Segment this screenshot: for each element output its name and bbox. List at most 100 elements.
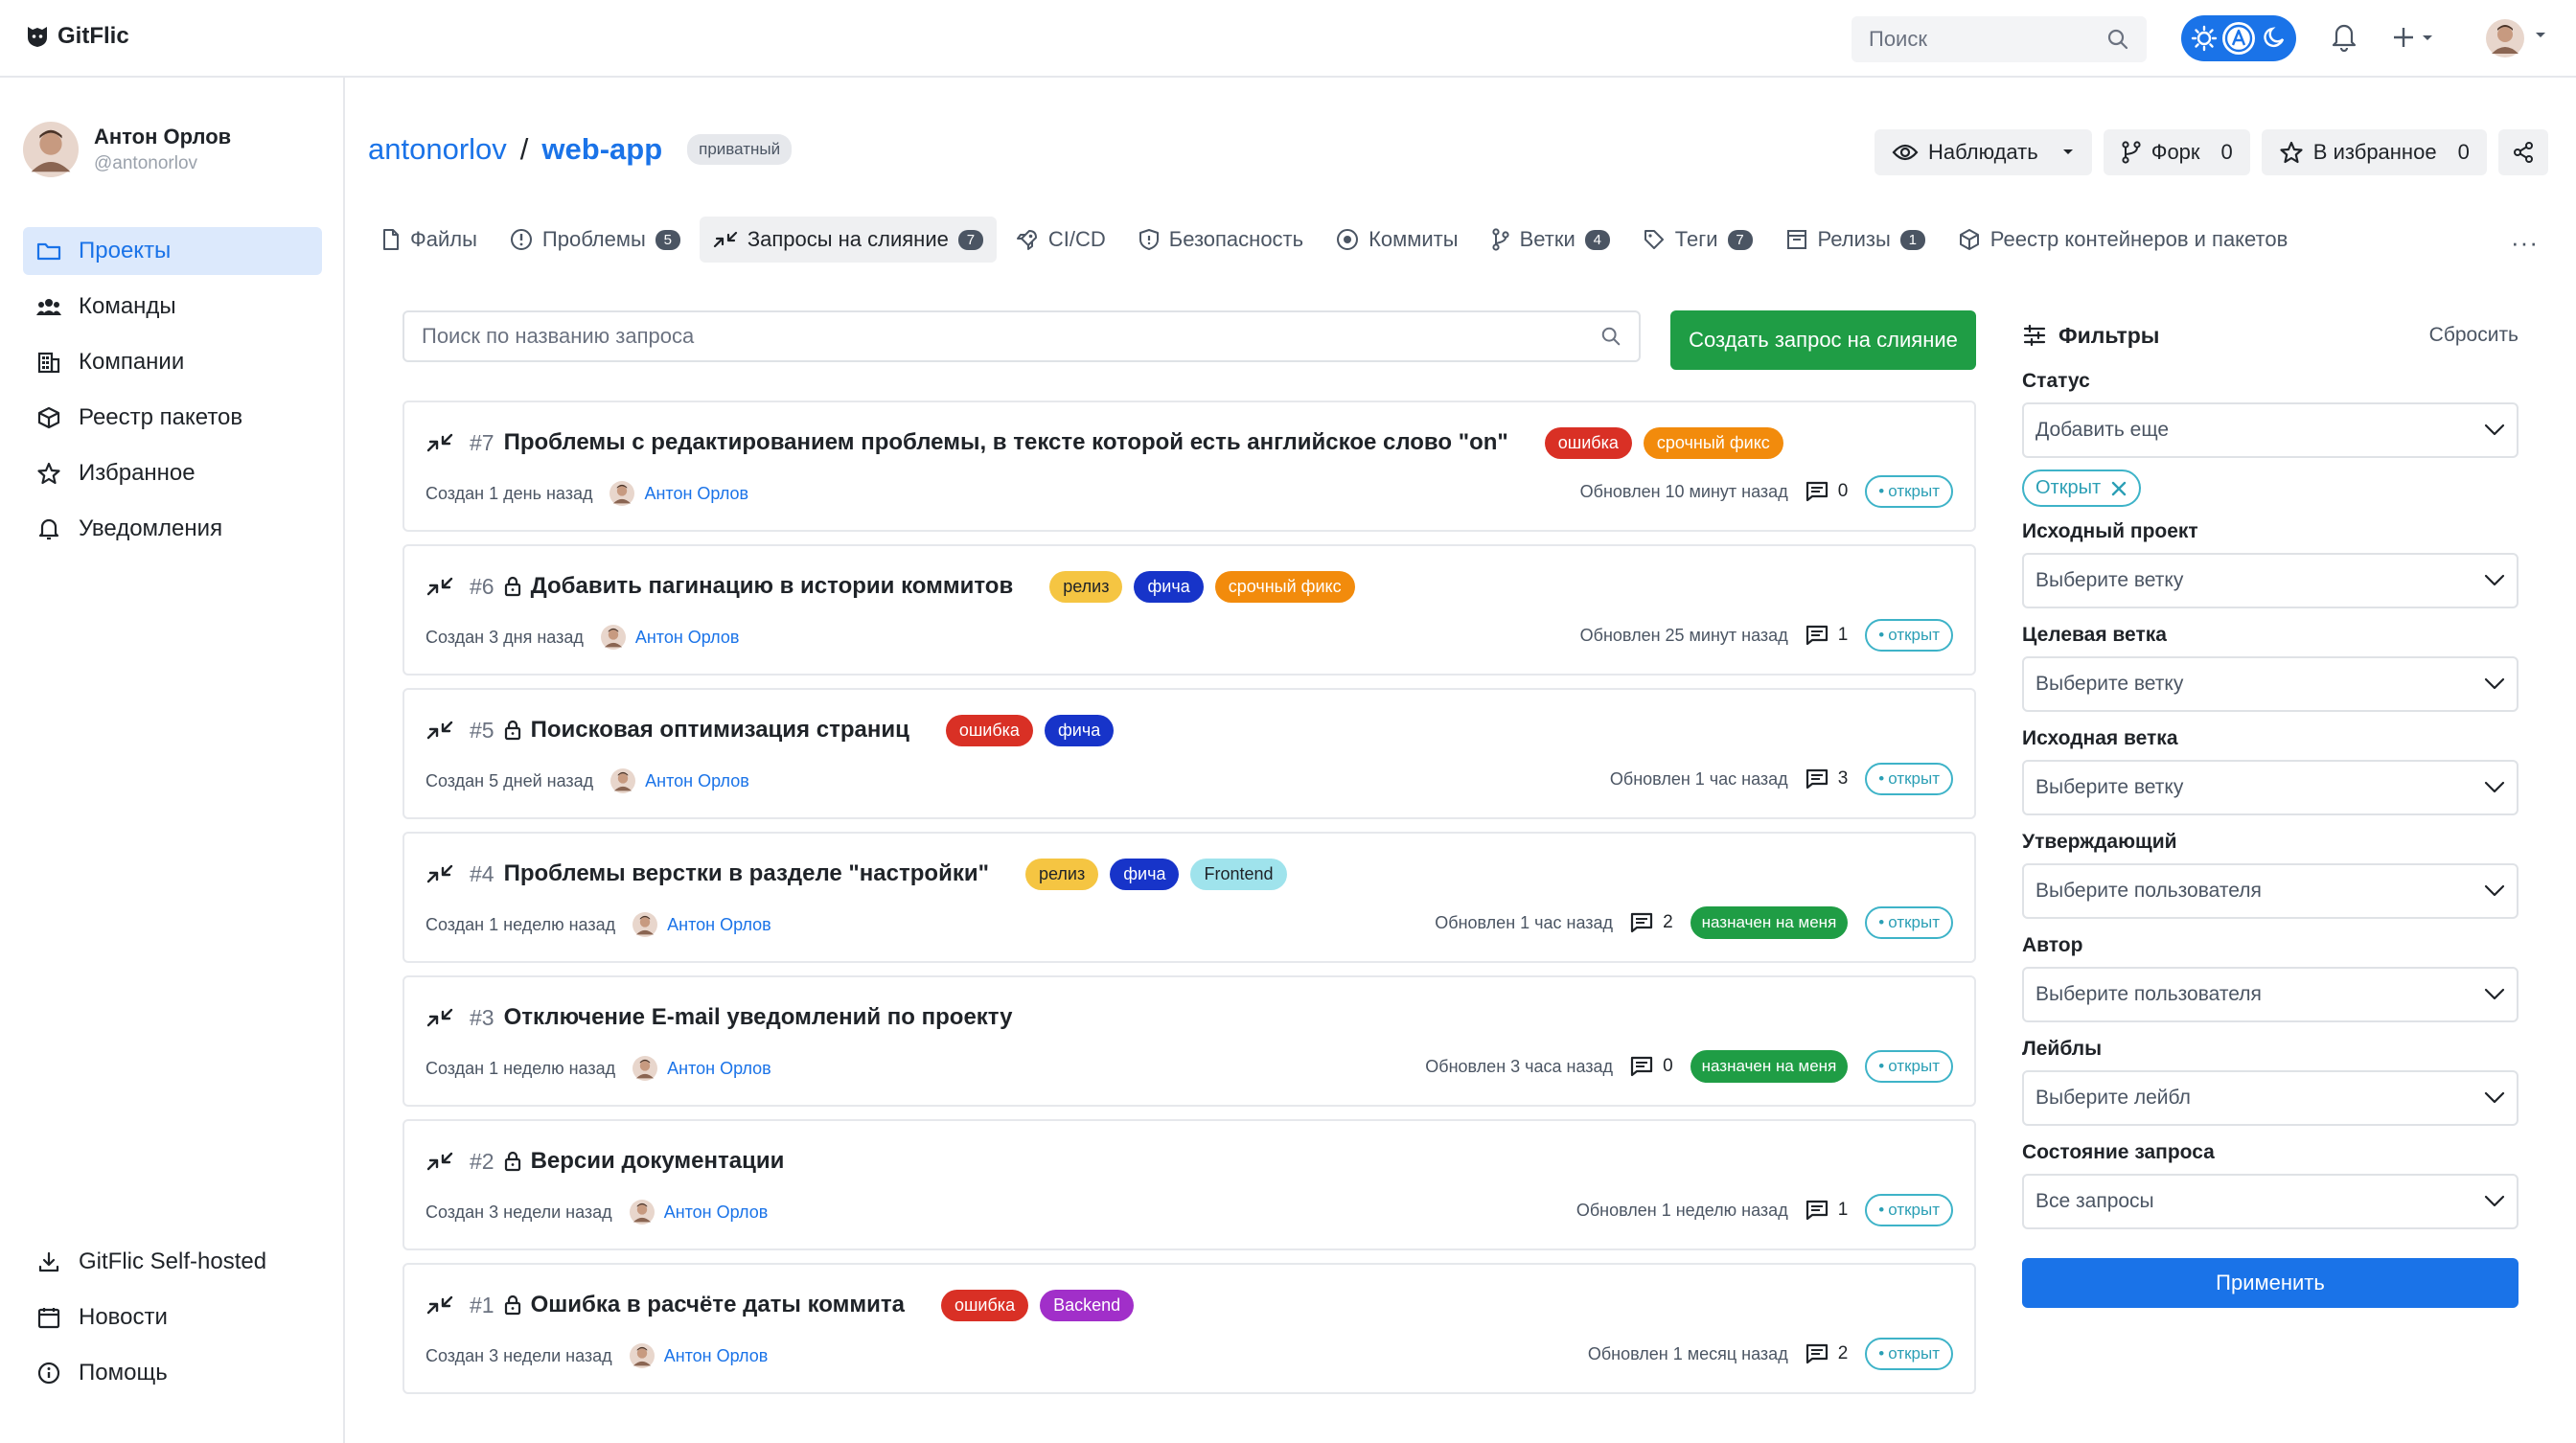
filter-status-select[interactable]: Добавить еще: [2022, 402, 2518, 458]
label-badge[interactable]: фича: [1134, 570, 1204, 603]
share-button[interactable]: [2497, 129, 2548, 175]
label-badge[interactable]: срочный фикс: [1214, 570, 1355, 603]
filter-select[interactable]: Выберите ветку: [2022, 553, 2518, 608]
apply-filters-button[interactable]: Применить: [2022, 1258, 2518, 1308]
mr-title-link[interactable]: Проблемы верстки в разделе "настройки": [504, 860, 989, 887]
comments-count[interactable]: 0: [1630, 1056, 1673, 1077]
author-link[interactable]: Антон Орлов: [610, 768, 749, 793]
repo-owner-link[interactable]: antonorlov: [368, 132, 507, 167]
tab-branches[interactable]: Ветки 4: [1478, 217, 1623, 263]
merge-request-card[interactable]: #7 Проблемы с редактированием проблемы, в…: [402, 401, 1976, 532]
bell-icon[interactable]: [2331, 21, 2358, 52]
sidebar-item-projects[interactable]: Проекты: [23, 227, 322, 275]
tab-issues[interactable]: Проблемы 5: [496, 217, 694, 263]
filters-reset-button[interactable]: Сбросить: [2429, 324, 2518, 347]
logo[interactable]: GitFlic: [25, 23, 129, 50]
mr-title-link[interactable]: Ошибка в расчёте даты коммита: [531, 1292, 905, 1318]
search-icon[interactable]: [2106, 28, 2129, 51]
global-search-input[interactable]: [1869, 27, 2080, 52]
label-badge[interactable]: фича: [1110, 858, 1180, 890]
filter-select[interactable]: Выберите лейбл: [2022, 1070, 2518, 1126]
mr-title-link[interactable]: Добавить пагинацию в истории коммитов: [531, 573, 1014, 600]
merge-request-card[interactable]: #4 Проблемы верстки в разделе "настройки"…: [402, 832, 1976, 963]
sun-icon[interactable]: [2188, 22, 2220, 55]
author-link[interactable]: Антон Орлов: [629, 1200, 768, 1225]
label-badge[interactable]: ошибка: [1544, 426, 1632, 459]
mr-title-link[interactable]: Проблемы с редактированием проблемы, в т…: [504, 429, 1508, 456]
sidebar-item-favorites[interactable]: Избранное: [23, 449, 322, 497]
filter-select[interactable]: Все запросы: [2022, 1174, 2518, 1229]
create-merge-request-button[interactable]: Создать запрос на слияние: [1670, 310, 1976, 370]
watch-button[interactable]: Наблюдать: [1874, 129, 2092, 175]
comments-count[interactable]: 2: [1806, 1343, 1848, 1364]
comments-count[interactable]: 1: [1806, 1200, 1848, 1221]
theme-switch[interactable]: [2181, 15, 2296, 61]
close-icon[interactable]: [2110, 480, 2128, 497]
comments-count[interactable]: 2: [1630, 912, 1673, 933]
tab-security[interactable]: Безопасность: [1125, 217, 1317, 263]
tab-commits[interactable]: Коммиты: [1322, 217, 1471, 263]
author-link[interactable]: Антон Орлов: [610, 481, 748, 506]
user-card[interactable]: Антон Орлов @antonorlov: [23, 122, 231, 177]
merge-request-card[interactable]: #3 Отключение E-mail уведомлений по проек…: [402, 975, 1976, 1107]
tab-releases[interactable]: Релизы 1: [1772, 217, 1939, 263]
author-link[interactable]: Антон Орлов: [629, 1343, 768, 1368]
comments-count[interactable]: 0: [1806, 481, 1848, 502]
merge-request-card[interactable]: #6 Добавить пагинацию в истории коммитов р…: [402, 544, 1976, 676]
tab-merge-requests[interactable]: Запросы на слияние 7: [699, 217, 997, 263]
sidebar-item-help[interactable]: Помощь: [23, 1349, 322, 1397]
merge-request-list: #7 Проблемы с редактированием проблемы, в…: [402, 401, 1976, 1407]
user-avatar-menu[interactable]: [2486, 19, 2524, 57]
favorite-button[interactable]: В избранное 0: [2261, 129, 2487, 175]
global-search[interactable]: [1852, 16, 2147, 62]
label-badge[interactable]: срочный фикс: [1643, 426, 1783, 459]
merge-request-card[interactable]: #1 Ошибка в расчёте даты коммита ошибка Bac…: [402, 1263, 1976, 1394]
comment-icon: [1806, 1200, 1828, 1221]
moon-icon[interactable]: [2257, 22, 2289, 55]
tab-registry[interactable]: Реестр контейнеров и пакетов: [1944, 217, 2302, 263]
tab-files[interactable]: Файлы: [368, 217, 491, 263]
sidebar-item-teams[interactable]: Команды: [23, 283, 322, 331]
repo-name-link[interactable]: web-app: [541, 132, 662, 167]
merge-request-card[interactable]: #2 Версии документации Создан 3 недели наз…: [402, 1119, 1976, 1250]
comments-count[interactable]: 3: [1806, 768, 1848, 790]
auto-a-icon[interactable]: [2222, 22, 2255, 55]
label-badge[interactable]: фича: [1044, 714, 1115, 746]
tab-cicd[interactable]: CI/CD: [1002, 217, 1119, 263]
label-badge[interactable]: ошибка: [940, 1289, 1029, 1321]
fork-button[interactable]: Форк 0: [2103, 129, 2250, 175]
label-badge[interactable]: Frontend: [1190, 858, 1287, 890]
sidebar-item-notifications[interactable]: Уведомления: [23, 505, 322, 553]
sidebar-item-news[interactable]: Новости: [23, 1294, 322, 1341]
search-icon[interactable]: [1600, 326, 1622, 347]
mr-title-link[interactable]: Отключение E-mail уведомлений по проекту: [504, 1004, 1013, 1031]
author-link[interactable]: Антон Орлов: [600, 625, 739, 650]
filter-groups: Исходный проект Выберите ветку Целевая вет…: [2022, 520, 2518, 1229]
filter-select[interactable]: Выберите пользователя: [2022, 863, 2518, 919]
comments-count[interactable]: 1: [1806, 625, 1848, 646]
mr-search[interactable]: [402, 310, 1641, 362]
label-badge[interactable]: Backend: [1040, 1289, 1135, 1321]
label-badge[interactable]: релиз: [1024, 858, 1099, 890]
tab-tags[interactable]: Теги 7: [1629, 217, 1766, 263]
sidebar-item-companies[interactable]: Компании: [23, 338, 322, 386]
author-link[interactable]: Антон Орлов: [632, 1056, 771, 1081]
filter-select[interactable]: Выберите пользователя: [2022, 967, 2518, 1022]
mr-title-link[interactable]: Поисковая оптимизация страниц: [531, 717, 909, 744]
author-link[interactable]: Антон Орлов: [632, 912, 771, 937]
label-badge[interactable]: релиз: [1049, 570, 1123, 603]
add-new-menu[interactable]: [2392, 25, 2436, 50]
sidebar-item-self-hosted[interactable]: GitFlic Self-hosted: [23, 1238, 322, 1286]
sidebar-item-packages[interactable]: Реестр пакетов: [23, 394, 322, 442]
merge-request-card[interactable]: #5 Поисковая оптимизация страниц ошибка фич…: [402, 688, 1976, 819]
status-chip-open[interactable]: Открыт: [2022, 470, 2142, 507]
mr-search-input[interactable]: [422, 324, 1572, 349]
filter-select[interactable]: Выберите ветку: [2022, 760, 2518, 815]
select-placeholder: Все запросы: [2036, 1190, 2154, 1212]
chevron-down-icon[interactable]: [2534, 31, 2547, 40]
tabs-more-button[interactable]: ···: [2511, 228, 2539, 258]
label-badge[interactable]: ошибка: [945, 714, 1033, 746]
filter-select[interactable]: Выберите ветку: [2022, 656, 2518, 712]
chevron-down-icon: [2484, 1195, 2505, 1208]
mr-title-link[interactable]: Версии документации: [531, 1148, 785, 1175]
